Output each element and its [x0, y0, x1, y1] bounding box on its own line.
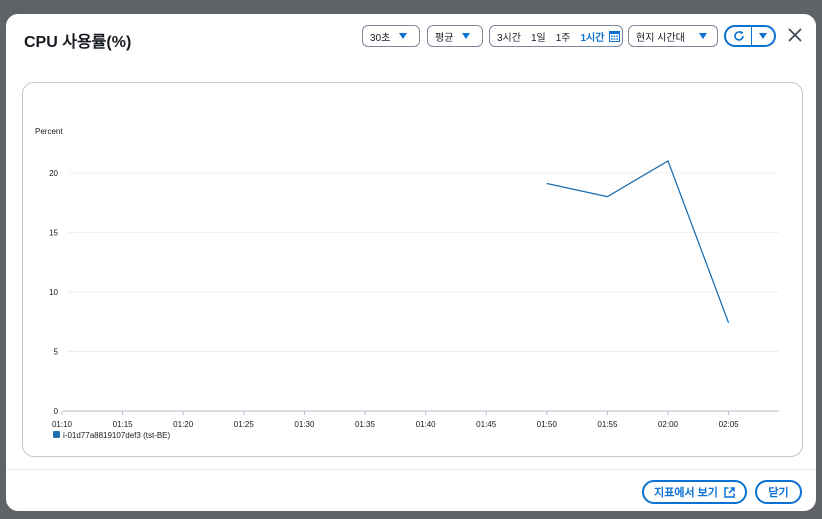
- refresh-button-group: [724, 25, 776, 47]
- x-tick-label: 01:35: [355, 420, 376, 429]
- close-button[interactable]: 닫기: [755, 480, 802, 504]
- statistic-select[interactable]: 평균: [427, 25, 483, 47]
- time-range-1d[interactable]: 1일: [531, 29, 546, 44]
- refresh-button[interactable]: [726, 27, 751, 45]
- legend-label: i-01d77a8819107def3 (tst-BE): [63, 431, 171, 440]
- timezone-select[interactable]: 현지 시간대: [628, 25, 718, 47]
- x-tick-label: 02:00: [658, 420, 679, 429]
- x-tick-label: 01:55: [597, 420, 618, 429]
- series-line: [546, 159, 730, 324]
- x-tick-label: 01:50: [537, 420, 558, 429]
- caret-down-icon: [462, 33, 471, 39]
- close-icon[interactable]: [787, 27, 803, 43]
- x-tick-label: 01:45: [476, 420, 497, 429]
- y-tick-label: 10: [49, 288, 58, 297]
- cpu-line-chart: Percent 0 5 10 15 20 01:10 01:15 01:20 01:25 01:30…: [35, 127, 779, 440]
- external-link-icon: [724, 486, 735, 498]
- chart-panel: Percent 0 5 10 15 20 01:10 01:15 01:20 01:25 01:30…: [22, 82, 803, 457]
- y-tick-label: 5: [54, 347, 59, 356]
- statistic-value: 평균: [435, 32, 454, 44]
- view-in-metrics-button[interactable]: 지표에서 보기: [642, 480, 747, 504]
- x-tick-label: 02:05: [719, 420, 740, 429]
- x-tick-label: 01:20: [173, 420, 194, 429]
- time-range-selector: 3시간 1일 1주 1시간: [489, 25, 623, 47]
- caret-down-icon: [399, 33, 408, 39]
- caret-down-icon: [759, 33, 767, 39]
- timezone-value: 현지 시간대: [636, 32, 685, 44]
- footer-divider: [6, 469, 816, 470]
- period-value: 30초: [370, 32, 391, 44]
- y-axis-label: Percent: [35, 127, 63, 136]
- x-tick-label: 01:40: [416, 420, 437, 429]
- y-tick-label: 15: [49, 228, 58, 237]
- x-tick-label: 01:15: [113, 420, 134, 429]
- modal-title: CPU 사용률(%): [24, 34, 132, 51]
- refresh-icon: [733, 30, 744, 41]
- y-tick-label: 0: [54, 407, 59, 416]
- y-tick-label: 20: [49, 169, 58, 178]
- cpu-utilization-modal: CPU 사용률(%) 30초 평균 3시간 1일 1주 1시간 현지 시간대 P…: [6, 14, 816, 511]
- x-tick-label: 01:30: [294, 420, 315, 429]
- calendar-icon[interactable]: [609, 30, 621, 42]
- x-tick-label: 01:25: [234, 420, 255, 429]
- refresh-options-button[interactable]: [752, 27, 774, 45]
- view-in-metrics-label: 지표에서 보기: [654, 487, 718, 499]
- modal-header: CPU 사용률(%) 30초 평균 3시간 1일 1주 1시간 현지 시간대: [6, 14, 816, 64]
- caret-down-icon: [698, 33, 707, 39]
- x-tick-label: 01:10: [52, 420, 73, 429]
- close-button-label: 닫기: [768, 487, 789, 499]
- period-select[interactable]: 30초: [362, 25, 420, 47]
- time-range-3h[interactable]: 3시간: [497, 29, 521, 44]
- time-range-1h[interactable]: 1시간: [581, 29, 605, 44]
- time-range-1w[interactable]: 1주: [556, 29, 571, 44]
- legend-swatch: [53, 431, 60, 438]
